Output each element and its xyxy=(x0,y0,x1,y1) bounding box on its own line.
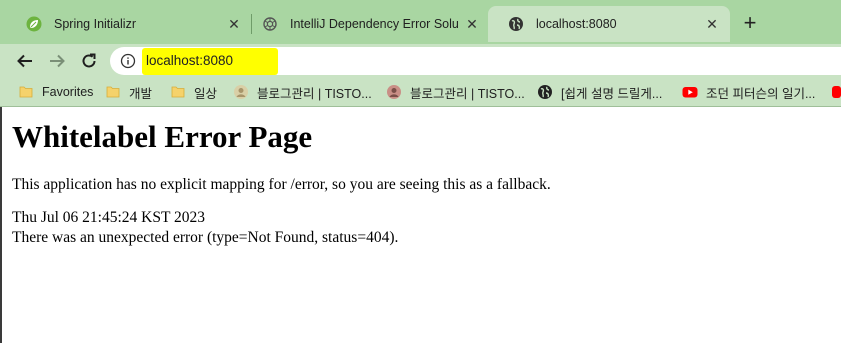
error-timestamp: Thu Jul 06 21:45:24 KST 2023 xyxy=(12,209,206,226)
tab-spring-initializr[interactable]: Spring Initializr ✕ xyxy=(6,6,252,42)
bookmark-easy-explain[interactable]: [쉽게 설명 드릴게... xyxy=(537,81,662,103)
bookmark-jordan-peterson[interactable]: 조던 피터슨의 일기... xyxy=(682,81,815,103)
tab-localhost[interactable]: localhost:8080 ✕ xyxy=(488,6,730,42)
reload-icon xyxy=(82,53,96,68)
bookmark-label: 일상 xyxy=(194,86,218,101)
tab-intellij-dependency[interactable]: IntelliJ Dependency Error Solutio ✕ xyxy=(242,6,490,42)
bookmark-overflow[interactable] xyxy=(832,85,841,99)
bookmark-daily[interactable]: 일상 xyxy=(170,81,217,103)
close-icon[interactable]: ✕ xyxy=(226,16,242,32)
bookmark-blog-admin-1[interactable]: 블로그관리 | TISTO... xyxy=(233,81,372,103)
bookmark-label: 개발 xyxy=(129,86,153,101)
forward-button[interactable] xyxy=(46,50,68,72)
spring-leaf-icon xyxy=(26,16,42,32)
openai-icon xyxy=(262,16,278,32)
close-icon[interactable]: ✕ xyxy=(464,16,480,32)
bookmark-label: [쉽게 설명 드릴게... xyxy=(561,86,663,101)
globe-icon xyxy=(508,16,524,32)
new-tab-button[interactable]: + xyxy=(738,12,762,36)
back-button[interactable] xyxy=(14,50,36,72)
tab-title: localhost:8080 xyxy=(536,17,617,31)
back-arrow-icon xyxy=(17,54,32,68)
forward-arrow-icon xyxy=(50,54,65,68)
youtube-icon xyxy=(682,84,698,100)
plus-icon: + xyxy=(743,10,757,35)
youtube-icon xyxy=(832,86,841,98)
error-message: This application has no explicit mapping… xyxy=(12,176,551,193)
tab-title: Spring Initializr xyxy=(54,17,136,31)
folder-icon xyxy=(170,84,186,100)
reload-button[interactable] xyxy=(78,50,100,72)
tab-strip: Spring Initializr ✕ IntelliJ Dependency … xyxy=(0,0,841,44)
bookmark-blog-admin-2[interactable]: 블로그관리 | TISTO... xyxy=(386,81,525,103)
bookmark-label: Favorites xyxy=(42,85,94,99)
browser-toolbar: localhost:8080 xyxy=(0,44,841,77)
bookmark-dev[interactable]: 개발 xyxy=(105,81,152,103)
bookmark-label: 블로그관리 | TISTO... xyxy=(410,86,525,101)
page-title: Whitelabel Error Page xyxy=(12,119,313,154)
globe-icon xyxy=(537,84,553,100)
url-text[interactable]: localhost:8080 xyxy=(146,53,233,68)
page-content: Whitelabel Error Page This application h… xyxy=(0,107,841,343)
address-bar[interactable]: localhost:8080 xyxy=(110,47,841,75)
bookmark-label: 조던 피터슨의 일기... xyxy=(706,86,816,101)
bookmarks-bar: Favorites 개발 일상 블로그관리 | TISTO... 블로그관리 |… xyxy=(0,77,841,107)
blog-avatar-icon xyxy=(386,84,402,100)
tab-title: IntelliJ Dependency Error Solutio xyxy=(290,17,458,31)
close-icon[interactable]: ✕ xyxy=(704,16,720,32)
info-icon[interactable] xyxy=(120,53,136,69)
folder-icon xyxy=(18,84,34,100)
bookmark-favorites[interactable]: Favorites xyxy=(18,81,93,103)
blog-avatar-icon xyxy=(233,84,249,100)
error-detail: There was an unexpected error (type=Not … xyxy=(12,229,399,246)
bookmark-label: 블로그관리 | TISTO... xyxy=(257,86,372,101)
folder-icon xyxy=(105,84,121,100)
